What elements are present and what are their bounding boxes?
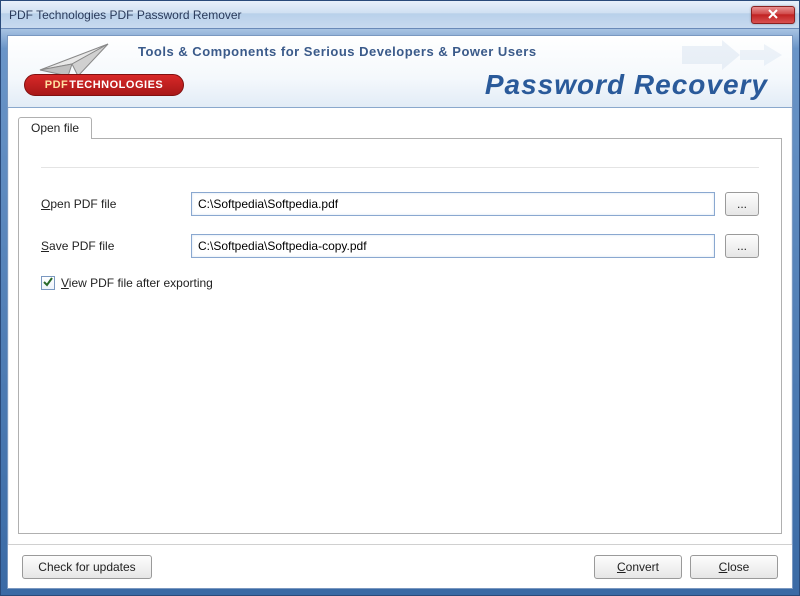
save-pdf-input[interactable] <box>191 234 715 258</box>
checkmark-icon <box>43 276 53 290</box>
browse-save-button[interactable]: ... <box>725 234 759 258</box>
close-button[interactable]: Close <box>690 555 778 579</box>
content-area: Open file Open PDF file ... Save PDF fil… <box>8 108 792 544</box>
open-pdf-input[interactable] <box>191 192 715 216</box>
tab-open-file[interactable]: Open file <box>18 117 92 139</box>
titlebar: PDF Technologies PDF Password Remover <box>1 1 799 29</box>
row-view-after: View PDF file after exporting <box>41 276 759 290</box>
footer: Check for updates Convert Close <box>8 544 792 588</box>
divider <box>41 167 759 168</box>
window-body: PDFTECHNOLOGIES Tools & Components for S… <box>1 29 799 595</box>
brand-prefix: PDF <box>45 79 69 91</box>
brand-pill: PDFTECHNOLOGIES <box>24 74 184 96</box>
view-after-checkbox[interactable] <box>41 276 55 290</box>
convert-button[interactable]: Convert <box>594 555 682 579</box>
view-after-label: View PDF file after exporting <box>61 276 213 290</box>
open-pdf-label: Open PDF file <box>41 197 181 211</box>
banner-title: Password Recovery <box>485 69 768 101</box>
tabpage-open-file: Open PDF file ... Save PDF file ... <box>18 138 782 534</box>
window-close-button[interactable] <box>751 6 795 24</box>
app-window: PDF Technologies PDF Password Remover <box>0 0 800 596</box>
save-pdf-label: Save PDF file <box>41 239 181 253</box>
check-updates-button[interactable]: Check for updates <box>22 555 152 579</box>
banner: PDFTECHNOLOGIES Tools & Components for S… <box>8 36 792 108</box>
main-panel: PDFTECHNOLOGIES Tools & Components for S… <box>7 35 793 589</box>
window-title: PDF Technologies PDF Password Remover <box>9 8 751 22</box>
tabstrip: Open file <box>18 116 782 138</box>
tagline: Tools & Components for Serious Developer… <box>138 44 537 59</box>
browse-open-button[interactable]: ... <box>725 192 759 216</box>
brand-rest: TECHNOLOGIES <box>69 79 163 91</box>
row-open-pdf: Open PDF file ... <box>41 192 759 216</box>
row-save-pdf: Save PDF file ... <box>41 234 759 258</box>
close-icon <box>768 8 778 22</box>
